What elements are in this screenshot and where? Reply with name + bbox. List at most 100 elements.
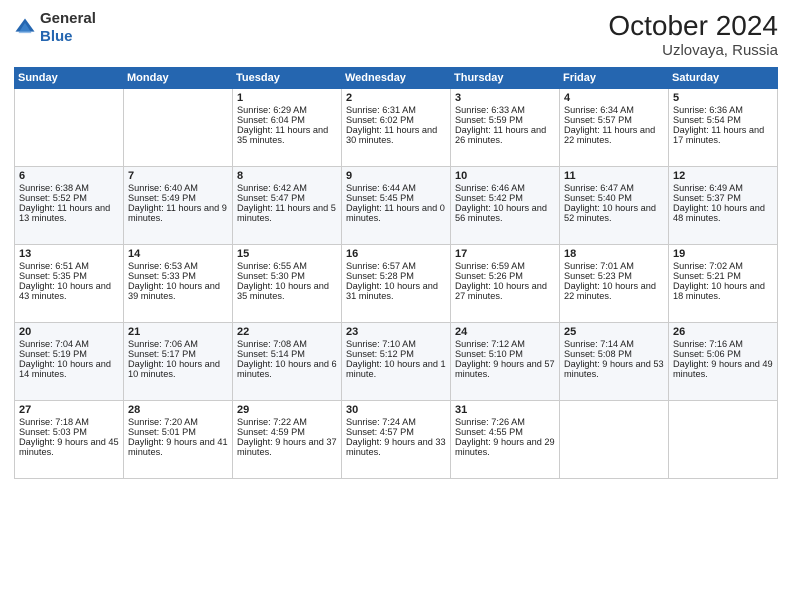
sunrise-text: Sunrise: 6:53 AM — [128, 261, 228, 271]
daylight-text: Daylight: 9 hours and 49 minutes. — [673, 359, 773, 379]
sunset-text: Sunset: 5:33 PM — [128, 271, 228, 281]
daylight-text: Daylight: 10 hours and 18 minutes. — [673, 281, 773, 301]
sunset-text: Sunset: 5:01 PM — [128, 427, 228, 437]
day-number: 22 — [237, 326, 337, 338]
sunrise-text: Sunrise: 6:59 AM — [455, 261, 555, 271]
sunset-text: Sunset: 5:21 PM — [673, 271, 773, 281]
col-friday: Friday — [560, 68, 669, 89]
table-row: 27Sunrise: 7:18 AMSunset: 5:03 PMDayligh… — [15, 401, 124, 479]
daylight-text: Daylight: 11 hours and 22 minutes. — [564, 125, 664, 145]
sunrise-text: Sunrise: 6:44 AM — [346, 183, 446, 193]
daylight-text: Daylight: 11 hours and 17 minutes. — [673, 125, 773, 145]
sunset-text: Sunset: 5:19 PM — [19, 349, 119, 359]
sunrise-text: Sunrise: 7:20 AM — [128, 417, 228, 427]
day-number: 20 — [19, 326, 119, 338]
sunrise-text: Sunrise: 7:26 AM — [455, 417, 555, 427]
daylight-text: Daylight: 10 hours and 52 minutes. — [564, 203, 664, 223]
table-row: 25Sunrise: 7:14 AMSunset: 5:08 PMDayligh… — [560, 323, 669, 401]
day-number: 11 — [564, 170, 664, 182]
calendar-week-row: 27Sunrise: 7:18 AMSunset: 5:03 PMDayligh… — [15, 401, 778, 479]
sunrise-text: Sunrise: 6:31 AM — [346, 105, 446, 115]
sunrise-text: Sunrise: 7:24 AM — [346, 417, 446, 427]
table-row: 7Sunrise: 6:40 AMSunset: 5:49 PMDaylight… — [124, 167, 233, 245]
daylight-text: Daylight: 9 hours and 45 minutes. — [19, 437, 119, 457]
title-block: October 2024 Uzlovaya, Russia — [608, 10, 778, 59]
sunrise-text: Sunrise: 6:49 AM — [673, 183, 773, 193]
table-row: 3Sunrise: 6:33 AMSunset: 5:59 PMDaylight… — [451, 89, 560, 167]
daylight-text: Daylight: 11 hours and 30 minutes. — [346, 125, 446, 145]
sunrise-text: Sunrise: 6:57 AM — [346, 261, 446, 271]
table-row: 4Sunrise: 6:34 AMSunset: 5:57 PMDaylight… — [560, 89, 669, 167]
calendar-week-row: 1Sunrise: 6:29 AMSunset: 6:04 PMDaylight… — [15, 89, 778, 167]
table-row: 17Sunrise: 6:59 AMSunset: 5:26 PMDayligh… — [451, 245, 560, 323]
col-saturday: Saturday — [669, 68, 778, 89]
sunrise-text: Sunrise: 6:55 AM — [237, 261, 337, 271]
calendar-week-row: 6Sunrise: 6:38 AMSunset: 5:52 PMDaylight… — [15, 167, 778, 245]
sunset-text: Sunset: 6:04 PM — [237, 115, 337, 125]
table-row — [124, 89, 233, 167]
sunset-text: Sunset: 4:59 PM — [237, 427, 337, 437]
sunset-text: Sunset: 5:40 PM — [564, 193, 664, 203]
sunrise-text: Sunrise: 7:12 AM — [455, 339, 555, 349]
sunrise-text: Sunrise: 6:33 AM — [455, 105, 555, 115]
sunrise-text: Sunrise: 6:36 AM — [673, 105, 773, 115]
daylight-text: Daylight: 11 hours and 0 minutes. — [346, 203, 446, 223]
table-row: 16Sunrise: 6:57 AMSunset: 5:28 PMDayligh… — [342, 245, 451, 323]
day-number: 13 — [19, 248, 119, 260]
calendar-week-row: 20Sunrise: 7:04 AMSunset: 5:19 PMDayligh… — [15, 323, 778, 401]
daylight-text: Daylight: 10 hours and 56 minutes. — [455, 203, 555, 223]
table-row: 20Sunrise: 7:04 AMSunset: 5:19 PMDayligh… — [15, 323, 124, 401]
table-row: 1Sunrise: 6:29 AMSunset: 6:04 PMDaylight… — [233, 89, 342, 167]
table-row: 18Sunrise: 7:01 AMSunset: 5:23 PMDayligh… — [560, 245, 669, 323]
sunrise-text: Sunrise: 6:29 AM — [237, 105, 337, 115]
day-number: 18 — [564, 248, 664, 260]
daylight-text: Daylight: 10 hours and 14 minutes. — [19, 359, 119, 379]
daylight-text: Daylight: 11 hours and 13 minutes. — [19, 203, 119, 223]
sunset-text: Sunset: 5:37 PM — [673, 193, 773, 203]
table-row: 19Sunrise: 7:02 AMSunset: 5:21 PMDayligh… — [669, 245, 778, 323]
daylight-text: Daylight: 10 hours and 31 minutes. — [346, 281, 446, 301]
col-sunday: Sunday — [15, 68, 124, 89]
logo-text-blue: Blue — [40, 28, 73, 45]
sunrise-text: Sunrise: 6:38 AM — [19, 183, 119, 193]
day-number: 24 — [455, 326, 555, 338]
col-tuesday: Tuesday — [233, 68, 342, 89]
sunrise-text: Sunrise: 7:10 AM — [346, 339, 446, 349]
day-number: 10 — [455, 170, 555, 182]
day-number: 12 — [673, 170, 773, 182]
table-row: 22Sunrise: 7:08 AMSunset: 5:14 PMDayligh… — [233, 323, 342, 401]
day-number: 8 — [237, 170, 337, 182]
sunset-text: Sunset: 5:14 PM — [237, 349, 337, 359]
day-number: 16 — [346, 248, 446, 260]
sunrise-text: Sunrise: 7:04 AM — [19, 339, 119, 349]
day-number: 6 — [19, 170, 119, 182]
table-row: 8Sunrise: 6:42 AMSunset: 5:47 PMDaylight… — [233, 167, 342, 245]
sunset-text: Sunset: 5:47 PM — [237, 193, 337, 203]
col-thursday: Thursday — [451, 68, 560, 89]
sunset-text: Sunset: 5:23 PM — [564, 271, 664, 281]
table-row: 6Sunrise: 6:38 AMSunset: 5:52 PMDaylight… — [15, 167, 124, 245]
sunrise-text: Sunrise: 7:22 AM — [237, 417, 337, 427]
day-number: 17 — [455, 248, 555, 260]
table-row: 26Sunrise: 7:16 AMSunset: 5:06 PMDayligh… — [669, 323, 778, 401]
calendar-header-row: Sunday Monday Tuesday Wednesday Thursday… — [15, 68, 778, 89]
day-number: 3 — [455, 92, 555, 104]
day-number: 5 — [673, 92, 773, 104]
table-row: 2Sunrise: 6:31 AMSunset: 6:02 PMDaylight… — [342, 89, 451, 167]
day-number: 30 — [346, 404, 446, 416]
table-row: 14Sunrise: 6:53 AMSunset: 5:33 PMDayligh… — [124, 245, 233, 323]
calendar-table: Sunday Monday Tuesday Wednesday Thursday… — [14, 67, 778, 479]
day-number: 28 — [128, 404, 228, 416]
daylight-text: Daylight: 10 hours and 43 minutes. — [19, 281, 119, 301]
daylight-text: Daylight: 11 hours and 26 minutes. — [455, 125, 555, 145]
location-title: Uzlovaya, Russia — [608, 42, 778, 59]
daylight-text: Daylight: 9 hours and 33 minutes. — [346, 437, 446, 457]
day-number: 21 — [128, 326, 228, 338]
day-number: 23 — [346, 326, 446, 338]
day-number: 15 — [237, 248, 337, 260]
daylight-text: Daylight: 10 hours and 22 minutes. — [564, 281, 664, 301]
table-row: 29Sunrise: 7:22 AMSunset: 4:59 PMDayligh… — [233, 401, 342, 479]
daylight-text: Daylight: 10 hours and 35 minutes. — [237, 281, 337, 301]
table-row: 21Sunrise: 7:06 AMSunset: 5:17 PMDayligh… — [124, 323, 233, 401]
sunrise-text: Sunrise: 7:16 AM — [673, 339, 773, 349]
